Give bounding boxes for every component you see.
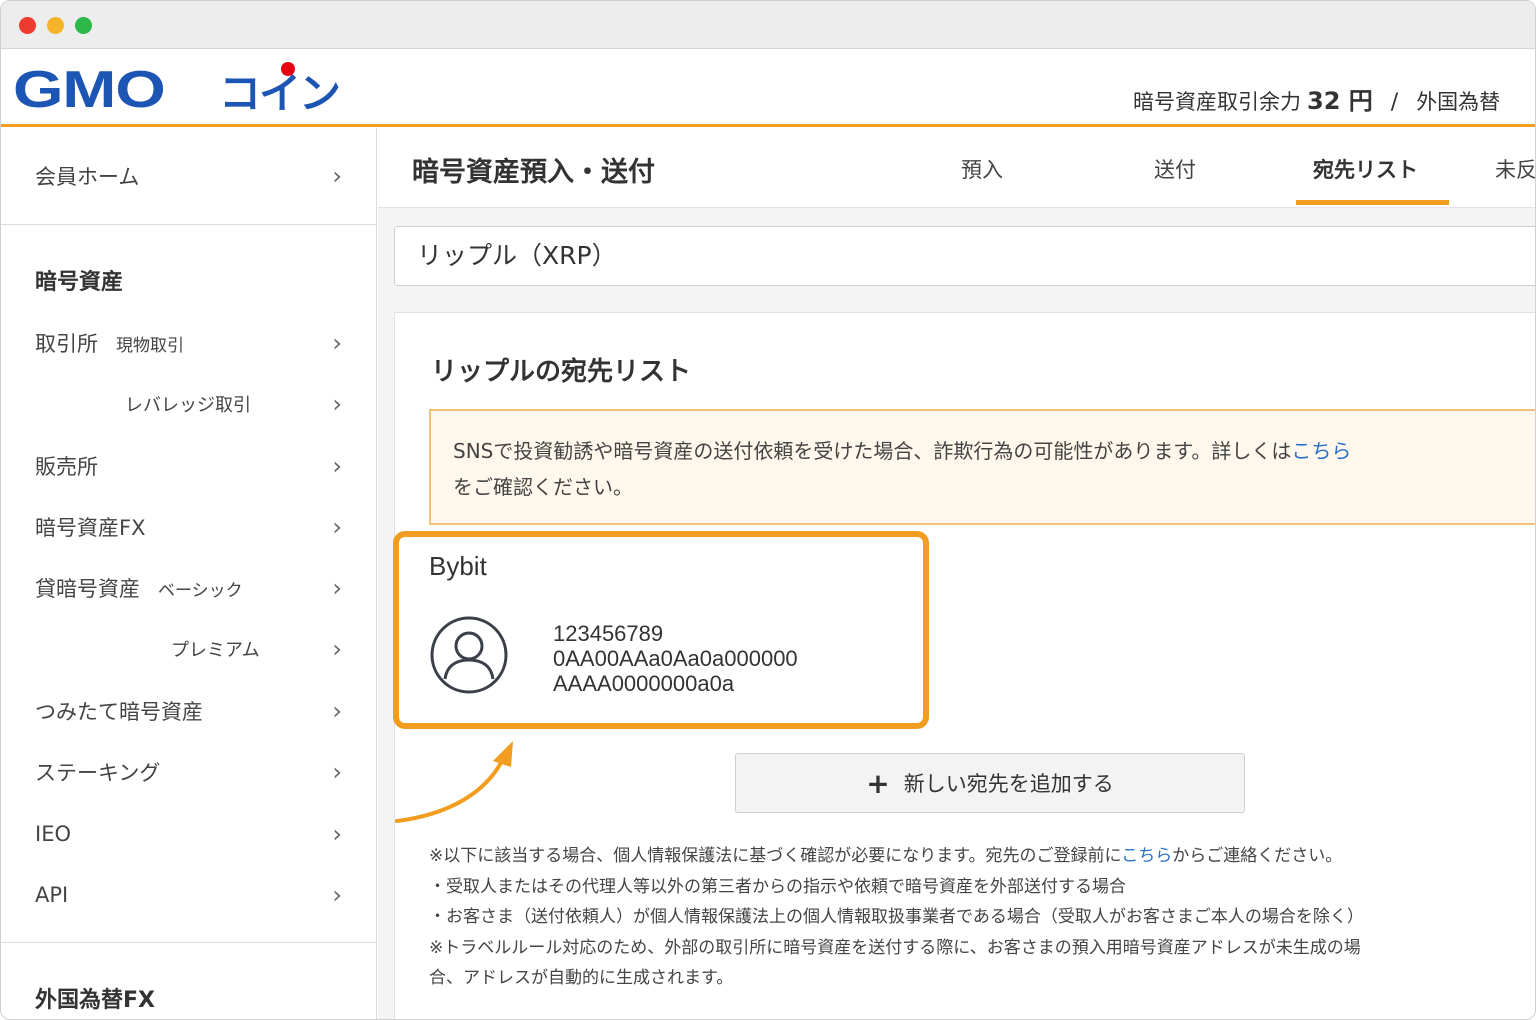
sidebar-divider [1, 224, 377, 225]
logo-kana: コイン [219, 60, 341, 121]
chevron-right-icon: › [332, 513, 342, 541]
note-line: ・お客さま（送付依頼人）が個人情報保護法上の個人情報取扱事業者である場合（受取人… [429, 907, 1364, 927]
balance-separator: / [1390, 90, 1399, 115]
sidebar-item-label: プレミアム [171, 640, 260, 661]
note-line: ・受取人またはその代理人等以外の第三者からの指示や依頼で暗号資産を外部送付する場… [429, 876, 1126, 897]
address-line: 0AA00AAa0Aa0a000000 [553, 646, 798, 671]
sidebar-heading-fx: 外国為替FX [35, 988, 155, 1013]
address-lines: 123456789 0AA00AAa0Aa0a000000 AAAA000000… [553, 621, 798, 696]
chevron-right-icon: › [332, 390, 342, 418]
browser-window: GMO コイン 暗号資産取引余力 32 円 / 外国為替 会員ホーム › 暗号資産 取… [0, 0, 1536, 1020]
chevron-right-icon: › [332, 329, 342, 357]
sidebar-item-label: API [35, 883, 69, 907]
panel-title: リップルの宛先リスト [431, 357, 692, 387]
sidebar-item-sublabel: 現物取引 [116, 335, 184, 356]
minimize-window-button[interactable] [47, 17, 64, 34]
sidebar-item-sales[interactable]: 販売所 › [35, 446, 342, 486]
plus-icon: + [866, 766, 890, 800]
note-line: ※以下に該当する場合、個人情報保護法に基づく確認が必要になります。宛先のご登録前… [429, 846, 1343, 866]
header-balance: 暗号資産取引余力 32 円 / 外国為替 [1133, 81, 1500, 116]
address-line: AAAA0000000a0a [553, 671, 735, 696]
chevron-right-icon: › [332, 574, 342, 602]
address-name: Bybit [429, 551, 487, 581]
logo-red-dot [281, 61, 295, 76]
sidebar-item-tsumitate[interactable]: つみたて暗号資産 › [35, 691, 342, 731]
warning-text-2: をご確認ください。 [453, 475, 633, 499]
sidebar-item-sublabel: ベーシック [158, 580, 243, 601]
add-address-label: 新しい宛先を追加する [903, 772, 1114, 796]
sidebar-item-lending-premium[interactable]: プレミアム › [35, 629, 342, 669]
sidebar-divider [1, 942, 377, 943]
sidebar-item-staking[interactable]: ステーキング › [35, 752, 342, 792]
user-avatar-icon [430, 616, 508, 694]
close-window-button[interactable] [19, 17, 36, 34]
sidebar-nav: 会員ホーム › 暗号資産 取引所 現物取引 › レバレッジ取引 › 販売所 › … [1, 128, 377, 1019]
note-line: 合、アドレスが自動的に生成されます。 [429, 968, 734, 988]
fraud-warning-box: SNSで投資勧誘や暗号資産の送付依頼を受けた場合、詐欺行為の可能性があります。詳… [429, 409, 1535, 525]
sidebar-item-label: 貸暗号資産 [35, 577, 140, 601]
callout-arrow-icon [395, 741, 513, 823]
chevron-right-icon: › [332, 452, 342, 480]
fx-balance-label: 外国為替 [1416, 90, 1501, 114]
sidebar-item-api[interactable]: API › [35, 875, 342, 915]
notes-text: ※以下に該当する場合、個人情報保護法に基づく確認が必要になります。宛先のご登録前… [429, 841, 1535, 994]
chevron-right-icon: › [332, 635, 342, 663]
sidebar-item-label: ステーキング [35, 761, 161, 785]
chevron-right-icon: › [332, 758, 342, 786]
site-header: GMO コイン 暗号資産取引余力 32 円 / 外国為替 [1, 49, 1535, 127]
balance-value: 32 円 [1307, 87, 1373, 115]
tab-send[interactable]: 送付 [1154, 154, 1196, 184]
active-tab-indicator [1296, 200, 1449, 205]
sidebar-item-lending-basic[interactable]: 貸暗号資産 ベーシック › [35, 568, 342, 608]
chevron-right-icon: › [332, 820, 342, 848]
sidebar-item-leverage[interactable]: レバレッジ取引 › [35, 384, 342, 424]
sidebar-item-label: つみたて暗号資産 [35, 700, 203, 724]
note-line: ※トラベルルール対応のため、外部の取引所に暗号資産を送付する際に、お客さまの預入… [429, 937, 1361, 958]
sidebar-item-label: レバレッジ取引 [125, 395, 251, 416]
sidebar-item-label: 取引所 [35, 332, 98, 356]
sidebar-heading-crypto: 暗号資産 [35, 270, 124, 295]
sidebar-item-exchange-spot[interactable]: 取引所 現物取引 › [35, 323, 342, 363]
page-title: 暗号資産預入・送付 [412, 157, 655, 188]
tab-address-list[interactable]: 宛先リスト [1313, 154, 1418, 184]
tab-bar: 暗号資産預入・送付 預入 送付 宛先リスト 未反 [378, 128, 1535, 208]
tab-pending[interactable]: 未反 [1495, 154, 1535, 184]
warning-text: SNSで投資勧誘や暗号資産の送付依頼を受けた場合、詐欺行為の可能性があります。詳… [453, 439, 1292, 463]
sidebar-item-label: 販売所 [35, 455, 98, 479]
sidebar-item-crypto-fx[interactable]: 暗号資産FX › [35, 507, 342, 547]
sidebar-item-label: 暗号資産FX [35, 516, 146, 540]
chevron-right-icon: › [332, 162, 342, 190]
chevron-right-icon: › [332, 697, 342, 725]
chevron-right-icon: › [332, 881, 342, 909]
sidebar-item-ieo[interactable]: IEO › [35, 814, 342, 854]
add-address-button[interactable]: + 新しい宛先を追加する [735, 753, 1245, 813]
maximize-window-button[interactable] [75, 17, 92, 34]
gmo-coin-logo[interactable]: GMO コイン [13, 61, 341, 119]
sidebar-item-member-home[interactable]: 会員ホーム › [35, 156, 342, 196]
sidebar-item-label: 会員ホーム [35, 165, 140, 189]
sidebar-item-label: IEO [35, 822, 71, 846]
notes-link[interactable]: こちら [1121, 846, 1172, 866]
address-line: 123456789 [553, 621, 664, 646]
tab-deposit[interactable]: 預入 [961, 154, 1003, 184]
balance-label: 暗号資産取引余力 [1133, 90, 1301, 114]
coin-select[interactable]: リップル（XRP） [394, 226, 1535, 286]
warning-link[interactable]: こちら [1291, 439, 1351, 463]
address-card[interactable]: Bybit 123456789 0AA00AAa0Aa0a000000 AAAA… [393, 531, 929, 729]
window-titlebar [1, 1, 1535, 49]
